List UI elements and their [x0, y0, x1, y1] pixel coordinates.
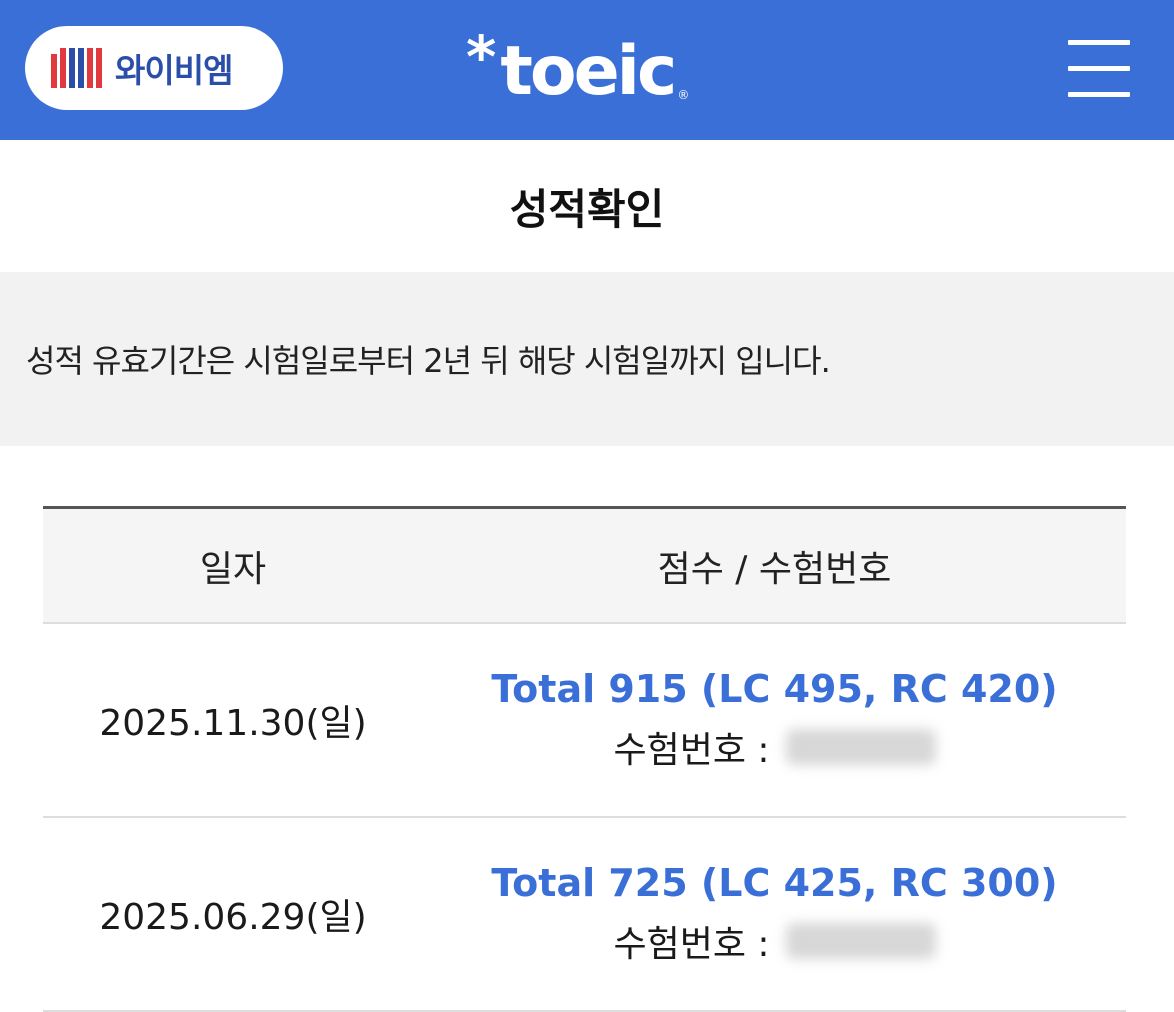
exam-number: 수험번호 : [613, 721, 936, 773]
hamburger-icon[interactable] [1068, 40, 1130, 98]
table-row: 2025.11.30(일) Total 915 (LC 495, RC 420)… [43, 624, 1126, 818]
ybm-logo-icon [51, 48, 105, 88]
column-header-score: 점수 / 수험번호 [657, 548, 892, 590]
validity-notice: 성적 유효기간은 시험일로부터 2년 뒤 해당 시험일까지 입니다. [0, 272, 1174, 446]
toeic-logo-text: toeic [500, 32, 677, 111]
exam-number-label: 수험번호 : [613, 730, 770, 771]
table-header: 일자 점수 / 수험번호 [43, 506, 1126, 624]
toeic-logo[interactable]: * toeic ® [466, 23, 690, 111]
exam-date: 2025.06.29(일) [99, 897, 367, 938]
app-header: 와이비엠 * toeic ® [0, 0, 1174, 140]
page-title: 성적확인 [509, 184, 665, 234]
column-header-date: 일자 [199, 548, 267, 590]
exam-number: 수험번호 : [613, 915, 936, 967]
toeic-star-icon: * [466, 23, 497, 91]
ybm-logo-button[interactable]: 와이비엠 [25, 26, 283, 110]
score-total-link[interactable]: Total 725 (LC 425, RC 300) [491, 861, 1057, 905]
ybm-logo-text: 와이비엠 [115, 51, 233, 90]
table-row: 2025.06.29(일) Total 725 (LC 425, RC 300)… [43, 818, 1126, 1012]
score-total-link[interactable]: Total 915 (LC 495, RC 420) [491, 667, 1057, 711]
exam-number-label: 수험번호 : [613, 924, 770, 965]
exam-number-redacted [785, 923, 936, 959]
registered-mark: ® [677, 88, 690, 102]
exam-number-redacted [785, 729, 936, 765]
score-table: 일자 점수 / 수험번호 2025.11.30(일) Total 915 (LC… [43, 506, 1126, 1012]
exam-date: 2025.11.30(일) [99, 703, 367, 744]
